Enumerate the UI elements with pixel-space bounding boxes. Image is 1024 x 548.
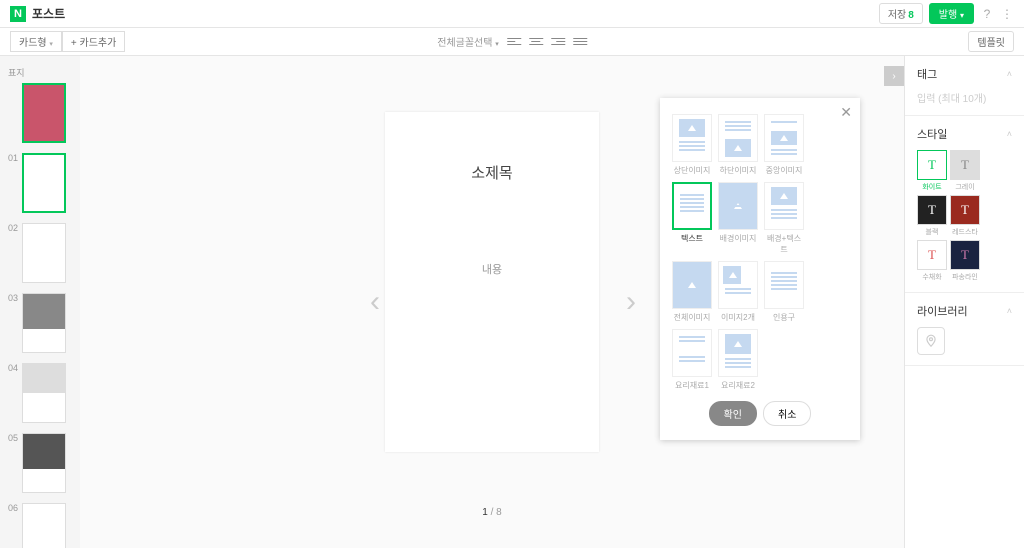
layout-option-8[interactable]: 인용구 [764, 261, 804, 323]
save-button[interactable]: 저장8 [879, 3, 923, 24]
layout-option-10[interactable]: 요리재료2 [718, 329, 758, 391]
chevron-up-icon: ˄ [1007, 129, 1012, 139]
thumb-05[interactable] [22, 433, 66, 493]
layout-option-3[interactable]: 텍스트 [672, 182, 712, 255]
layout-popup: ✕ 상단이미지하단이미지중앙이미지텍스트배경이미지배경+텍스트전체이미지이미지2… [660, 98, 860, 440]
layout-option-4[interactable]: 배경이미지 [718, 182, 758, 255]
layout-option-5[interactable]: 배경+텍스트 [764, 182, 804, 255]
more-icon[interactable]: ⋮ [1000, 7, 1014, 21]
card-body-input[interactable]: 내용 [482, 261, 502, 277]
align-center-icon[interactable] [529, 35, 543, 49]
collapse-right-icon[interactable]: › [884, 66, 904, 86]
add-card-button[interactable]: + 카드추가 [62, 31, 125, 52]
confirm-button[interactable]: 확인 [709, 401, 757, 426]
library-panel-header[interactable]: 라이브러리˄ [917, 303, 1012, 319]
layout-option-7[interactable]: 이미지2개 [718, 261, 758, 323]
card-title-input[interactable]: 소제목 [471, 162, 512, 183]
style-option-2[interactable]: T블랙 [917, 195, 947, 237]
thumb-num: 06 [8, 503, 18, 513]
next-card-button[interactable]: › [626, 285, 636, 319]
canvas: ‹ 소제목 내용 › 1 / 8 › ✕ 상단이미지하단이미지중앙이미지텍스트배… [80, 56, 904, 548]
layout-option-1[interactable]: 하단이미지 [718, 114, 758, 176]
layout-option-0[interactable]: 상단이미지 [672, 114, 712, 176]
style-option-4[interactable]: T수채화 [917, 240, 947, 282]
align-justify-icon[interactable] [573, 35, 587, 49]
align-left-icon[interactable] [507, 35, 521, 49]
thumb-02[interactable] [22, 223, 66, 283]
layout-option-9[interactable]: 요리재료1 [672, 329, 712, 391]
style-panel-header[interactable]: 스타일˄ [917, 126, 1012, 142]
thumb-num: 05 [8, 433, 18, 443]
font-select[interactable]: 전체글꼴선택 ▾ [437, 34, 499, 49]
thumb-num: 02 [8, 223, 18, 233]
chevron-up-icon: ˄ [1007, 69, 1012, 79]
tag-panel-header[interactable]: 태그˄ [917, 66, 1012, 82]
template-button[interactable]: 템플릿 [968, 31, 1014, 52]
right-sidebar: 태그˄ 입력 (최대 10개) 스타일˄ T화이트T그레이T블랙T레드스타T수채… [904, 56, 1024, 548]
thumb-03[interactable] [22, 293, 66, 353]
cancel-button[interactable]: 취소 [763, 401, 811, 426]
card-type-select[interactable]: 카드형 ▾ [10, 31, 62, 52]
style-option-0[interactable]: T화이트 [917, 150, 947, 192]
layout-option-6[interactable]: 전체이미지 [672, 261, 712, 323]
chevron-up-icon: ˄ [1007, 306, 1012, 316]
layout-option-2[interactable]: 중앙이미지 [764, 114, 804, 176]
card-editor[interactable]: 소제목 내용 [385, 112, 599, 452]
pager: 1 / 8 [482, 507, 501, 518]
thumb-num: 01 [8, 153, 18, 163]
thumbnail-sidebar: 표지 01 02 03 04 05 06 [0, 56, 80, 548]
style-option-3[interactable]: T레드스타 [950, 195, 980, 237]
prev-card-button[interactable]: ‹ [370, 285, 380, 319]
style-option-1[interactable]: T그레이 [950, 150, 980, 192]
thumb-num: 03 [8, 293, 18, 303]
brand-name: 포스트 [32, 5, 65, 22]
logo: N [10, 6, 26, 22]
close-icon[interactable]: ✕ [840, 104, 852, 121]
publish-button[interactable]: 발행 ▾ [929, 3, 974, 24]
thumb-04[interactable] [22, 363, 66, 423]
cover-label: 표지 [8, 66, 72, 79]
thumb-06[interactable] [22, 503, 66, 548]
thumb-01[interactable] [22, 153, 66, 213]
location-icon[interactable] [917, 327, 945, 355]
style-option-5[interactable]: T파송라인 [950, 240, 980, 282]
thumb-num: 04 [8, 363, 18, 373]
thumb-cover[interactable] [22, 83, 66, 143]
align-right-icon[interactable] [551, 35, 565, 49]
save-badge: 8 [908, 10, 914, 21]
help-icon[interactable]: ? [980, 7, 994, 21]
tag-input[interactable]: 입력 (최대 10개) [917, 90, 1012, 105]
